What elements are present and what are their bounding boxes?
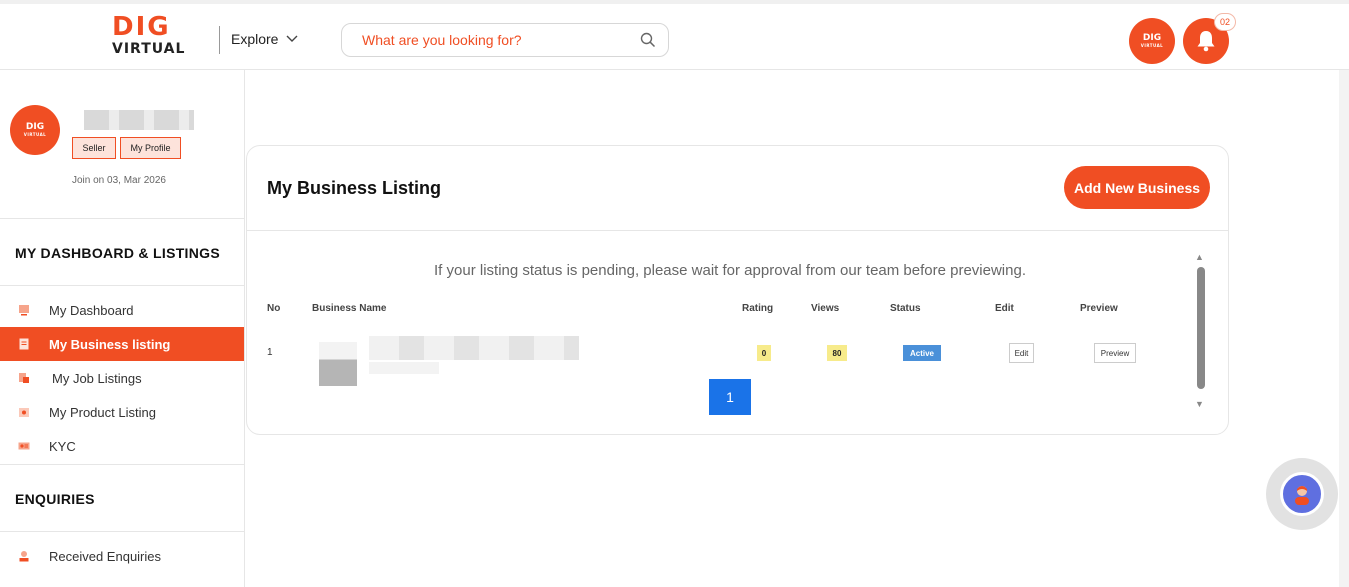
column-header-edit: Edit xyxy=(995,303,1014,314)
bell-icon xyxy=(1197,31,1215,52)
join-date: Join on 03, Mar 2026 xyxy=(72,175,166,186)
business-name-redacted xyxy=(369,336,579,360)
profile-avatar-logo: DIG VIRTUAL xyxy=(23,122,47,138)
sidebar-item-my-business-listing[interactable]: My Business listing xyxy=(0,327,244,361)
column-header-views: Views xyxy=(811,303,840,314)
logo-virtual-text: VIRTUAL xyxy=(112,41,186,57)
person-icon xyxy=(19,551,29,562)
page-scrollbar-track[interactable] xyxy=(1339,70,1349,587)
sidebar-item-kyc[interactable]: KYC xyxy=(0,429,244,463)
profile-logo-top: DIG xyxy=(25,122,45,132)
chat-assistant-button[interactable] xyxy=(1266,458,1338,530)
avatar-logo: DIG VIRTUAL xyxy=(1140,33,1164,49)
pagination-page-button[interactable]: 1 xyxy=(709,379,751,415)
seller-button[interactable]: Seller xyxy=(72,137,116,159)
sidebar: DIG VIRTUAL Seller My Profile Join on 03… xyxy=(0,70,245,587)
pending-notice: If your listing status is pending, pleas… xyxy=(434,262,1026,279)
sidebar-item-label: My Job Listings xyxy=(52,370,142,386)
views-badge: 80 xyxy=(827,345,847,361)
business-thumbnail xyxy=(319,342,357,386)
logo-dig-text: DIG xyxy=(112,12,171,42)
avatar-logo-bottom: VIRTUAL xyxy=(1140,43,1164,48)
sidebar-item-label: KYC xyxy=(49,438,76,454)
sidebar-divider xyxy=(0,218,244,219)
chevron-down-icon xyxy=(286,35,298,42)
status-badge: Active xyxy=(903,345,941,361)
top-navbar: DIG VIRTUAL Explore DIG VIRTUAL 02 xyxy=(0,0,1349,70)
assistant-avatar xyxy=(1280,472,1324,516)
column-header-preview: Preview xyxy=(1080,303,1118,314)
sidebar-item-my-job-listings[interactable]: My Job Listings xyxy=(0,361,244,395)
column-header-no: No xyxy=(267,303,281,314)
column-header-business-name: Business Name xyxy=(312,303,387,314)
row-number: 1 xyxy=(267,347,273,358)
column-header-status: Status xyxy=(890,303,921,314)
search-input[interactable] xyxy=(362,32,640,48)
sidebar-item-label: My Product Listing xyxy=(49,404,156,420)
dashboard-heading: MY DASHBOARD & LISTINGS xyxy=(15,245,220,261)
id-card-icon xyxy=(18,442,30,450)
product-icon xyxy=(19,408,29,417)
agent-avatar-icon xyxy=(1295,486,1309,505)
sidebar-item-label: My Dashboard xyxy=(49,302,134,318)
notification-count-badge: 02 xyxy=(1214,13,1236,31)
avatar-logo-top: DIG xyxy=(1142,33,1162,43)
sidebar-item-my-dashboard[interactable]: My Dashboard xyxy=(0,293,244,327)
sidebar-item-label: My Business listing xyxy=(49,336,171,352)
my-profile-button[interactable]: My Profile xyxy=(120,137,181,159)
profile-logo-bottom: VIRTUAL xyxy=(23,132,47,137)
business-subtitle-redacted xyxy=(369,362,439,374)
document-icon xyxy=(19,338,29,350)
edit-button[interactable]: Edit xyxy=(1009,343,1034,363)
explore-label: Explore xyxy=(231,31,279,47)
card-divider xyxy=(247,230,1228,231)
profile-name-redacted xyxy=(84,110,194,130)
sidebar-divider xyxy=(0,464,244,465)
rating-badge: 0 xyxy=(757,345,771,361)
enquiries-heading: ENQUIRIES xyxy=(15,491,95,507)
preview-button[interactable]: Preview xyxy=(1094,343,1136,363)
sidebar-item-my-product-listing[interactable]: My Product Listing xyxy=(0,395,244,429)
scrollbar-thumb[interactable] xyxy=(1197,267,1205,389)
page-title: My Business Listing xyxy=(267,178,442,198)
dashboard-icon xyxy=(19,305,29,316)
business-listing-card: My Business Listing Add New Business If … xyxy=(246,145,1229,435)
user-avatar-button[interactable]: DIG VIRTUAL xyxy=(1129,18,1175,64)
scroll-up-arrow-icon[interactable]: ▲ xyxy=(1195,252,1204,262)
explore-dropdown[interactable]: Explore xyxy=(231,31,298,47)
sidebar-item-label: Received Enquiries xyxy=(49,548,162,564)
scroll-down-arrow-icon[interactable]: ▼ xyxy=(1195,399,1204,409)
search-bar xyxy=(341,23,669,57)
column-header-rating: Rating xyxy=(742,303,774,314)
sidebar-divider xyxy=(0,285,244,286)
sidebar-item-received-enquiries[interactable]: Received Enquiries xyxy=(0,539,244,573)
header-divider xyxy=(219,26,220,54)
sidebar-divider xyxy=(0,531,244,532)
profile-avatar[interactable]: DIG VIRTUAL xyxy=(10,105,60,155)
search-icon[interactable] xyxy=(640,32,656,48)
add-new-business-button[interactable]: Add New Business xyxy=(1064,166,1210,209)
jobs-icon xyxy=(19,373,29,383)
brand-logo[interactable]: DIG VIRTUAL xyxy=(112,14,202,58)
